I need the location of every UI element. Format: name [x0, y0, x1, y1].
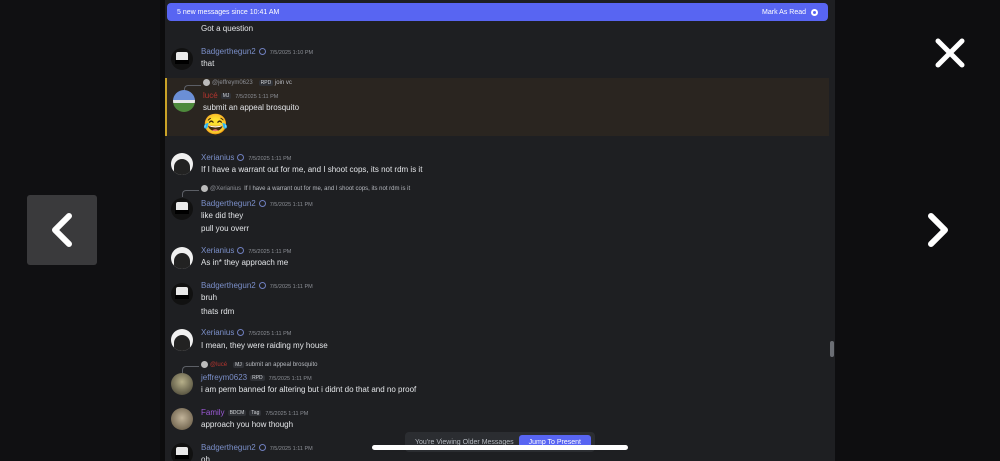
reply-text: join vc [274, 80, 292, 87]
message-text: thats rdm [201, 307, 235, 316]
avatar[interactable] [171, 408, 193, 430]
close-icon [935, 38, 965, 68]
chevron-left-icon [52, 213, 72, 247]
avatar[interactable] [171, 48, 193, 70]
user-icon [258, 48, 266, 56]
message-item[interactable]: Xerianius 7/5/2025 1:11 PM I mean, they w… [165, 326, 829, 356]
user-icon [258, 444, 266, 452]
role-tag: MJ [220, 92, 232, 99]
avatar[interactable] [171, 329, 193, 351]
reply-connector [182, 190, 199, 197]
message-text: like did they [201, 211, 244, 220]
reply-avatar [201, 185, 208, 192]
message-text: pull you overr [201, 224, 250, 233]
timestamp: 7/5/2025 1:11 PM [248, 331, 292, 337]
author-name[interactable]: Badgerthegun2 7/5/2025 1:10 PM [201, 47, 313, 56]
author-name[interactable]: Family BDCM Tag 7/5/2025 1:11 PM [201, 408, 308, 417]
avatar[interactable] [173, 90, 195, 112]
author-name[interactable]: Xerianius 7/5/2025 1:11 PM [201, 153, 291, 162]
timestamp: 7/5/2025 1:11 PM [265, 411, 309, 417]
author-name[interactable]: Badgerthegun2 7/5/2025 1:11 PM [201, 199, 313, 208]
role-tag: MJ [233, 361, 244, 368]
reply-preview[interactable]: @Xerianius If I have a warrant out for me… [201, 185, 410, 192]
reply-avatar [203, 79, 210, 86]
user-icon [237, 247, 245, 255]
mark-as-read-label: Mark As Read [762, 8, 806, 16]
chevron-right-icon [928, 213, 948, 247]
timestamp: 7/5/2025 1:11 PM [235, 94, 279, 100]
clan-tag: BDCM [227, 409, 247, 416]
avatar[interactable] [171, 283, 193, 305]
author-name[interactable]: Badgerthegun2 7/5/2025 1:11 PM [201, 443, 313, 452]
avatar[interactable] [171, 153, 193, 175]
message-text: that [201, 59, 215, 68]
new-messages-banner[interactable]: 5 new messages since 10:41 AM Mark As Re… [167, 3, 828, 21]
message-item[interactable]: Badgerthegun2 7/5/2025 1:10 PM that [165, 42, 829, 72]
reply-preview[interactable]: @jeffreym0623 RPD join vc [203, 79, 292, 86]
avatar[interactable] [171, 198, 193, 220]
user-icon [258, 200, 266, 208]
role-tag: Tag [249, 409, 262, 416]
mark-as-read-button[interactable]: Mark As Read [762, 8, 818, 16]
message-text: approach you how though [201, 420, 294, 429]
reply-text: If I have a warrant out for me, and I sh… [244, 186, 411, 193]
message-text: bruh [201, 293, 218, 302]
user-icon [237, 329, 245, 337]
reply-avatar [201, 361, 208, 368]
message-item[interactable]: Xerianius 7/5/2025 1:11 PM As in* they ap… [165, 242, 829, 272]
message-text: As in* they approach me [201, 258, 289, 267]
author-name[interactable]: jeffreym0623 RPD 7/5/2025 1:11 PM [201, 373, 312, 382]
previous-button[interactable] [27, 195, 97, 265]
reply-text: submit an appeal brosquito [245, 362, 318, 369]
role-tag: RPD [258, 79, 274, 86]
role-tag: RPD [250, 374, 265, 381]
reply-preview[interactable]: @lucé MJ submit an appeal brosquito [201, 361, 318, 368]
message-item[interactable]: Badgerthegun2 7/5/2025 1:11 PM bruh thats… [165, 278, 829, 318]
message-item-mention[interactable]: @jeffreym0623 RPD join vc lucé MJ 7/5/2025 … [165, 78, 829, 136]
close-button[interactable] [930, 33, 970, 73]
message-item[interactable]: @Xerianius If I have a warrant out for me… [165, 184, 829, 236]
avatar[interactable] [171, 443, 193, 461]
message-item[interactable]: Got a question [165, 22, 829, 36]
home-indicator[interactable] [372, 445, 628, 450]
chat-viewer: 5 new messages since 10:41 AM Mark As Re… [165, 0, 835, 461]
timestamp: 7/5/2025 1:10 PM [269, 50, 314, 56]
avatar[interactable] [171, 247, 193, 269]
timestamp: 7/5/2025 1:11 PM [248, 156, 292, 162]
message-text: I mean, they were raiding my house [201, 341, 328, 350]
mark-read-icon [811, 8, 818, 16]
author-name[interactable]: Badgerthegun2 7/5/2025 1:11 PM [201, 281, 313, 290]
message-text: Got a question [201, 24, 254, 33]
timestamp: 7/5/2025 1:11 PM [248, 249, 292, 255]
message-text: submit an appeal brosquito [203, 103, 300, 112]
message-text: oh [201, 455, 210, 461]
timestamp: 7/5/2025 1:11 PM [269, 446, 313, 452]
reply-connector [182, 366, 199, 373]
message-item[interactable]: @lucé MJ submit an appeal brosquito jeffr… [165, 360, 829, 400]
user-icon [237, 154, 245, 162]
avatar[interactable] [171, 373, 193, 395]
message-text: i am perm banned for altering but i didn… [201, 385, 417, 394]
timestamp: 7/5/2025 1:11 PM [268, 376, 312, 382]
scrollbar-thumb[interactable] [830, 341, 834, 357]
next-button[interactable] [908, 195, 968, 265]
laughing-emoji-icon: 😂 [203, 114, 228, 136]
timestamp: 7/5/2025 1:11 PM [269, 284, 313, 290]
timestamp: 7/5/2025 1:11 PM [269, 202, 313, 208]
message-text: If I have a warrant out for me, and I sh… [201, 165, 423, 174]
user-icon [258, 282, 266, 290]
new-messages-text: 5 new messages since 10:41 AM [177, 8, 280, 16]
author-name[interactable]: Xerianius 7/5/2025 1:11 PM [201, 246, 291, 255]
author-name[interactable]: Xerianius 7/5/2025 1:11 PM [201, 328, 291, 337]
message-item[interactable]: Xerianius 7/5/2025 1:11 PM If I have a wa… [165, 148, 829, 178]
author-name[interactable]: lucé MJ 7/5/2025 1:11 PM [203, 91, 278, 100]
